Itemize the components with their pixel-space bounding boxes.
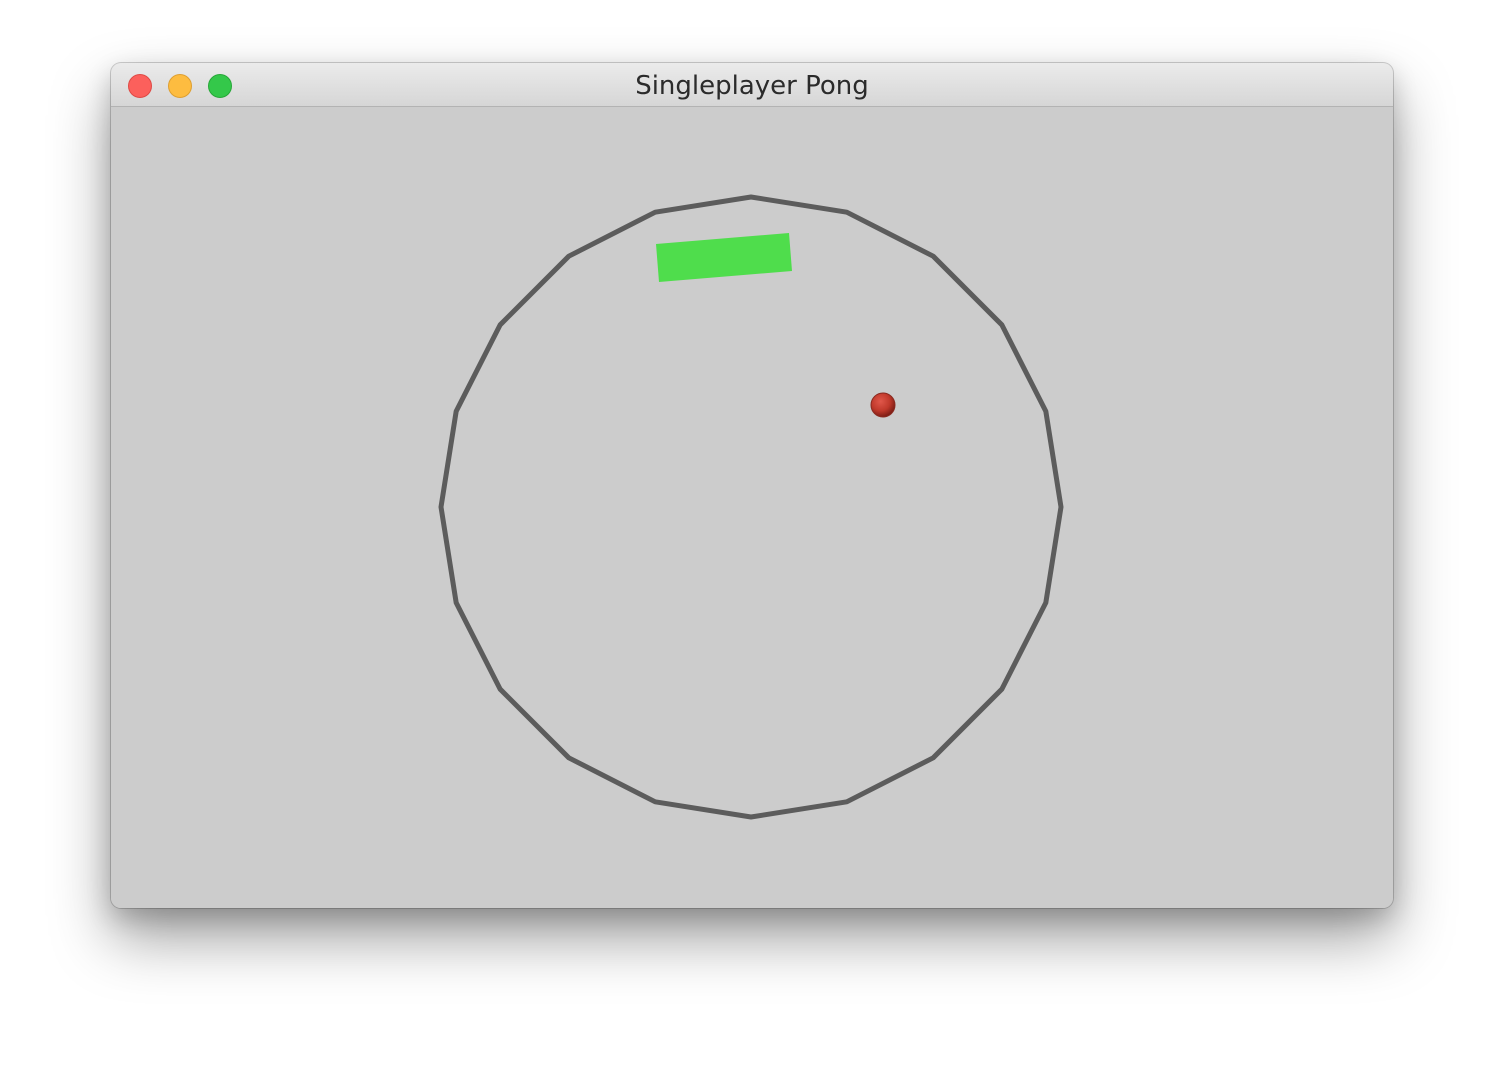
window-title: Singleplayer Pong: [635, 71, 869, 101]
app-window: Singleplayer Pong: [111, 63, 1393, 908]
game-canvas[interactable]: [111, 107, 1393, 908]
game-scene: [438, 194, 1064, 820]
title-bar[interactable]: Singleplayer Pong: [111, 63, 1393, 107]
ball: [870, 392, 896, 418]
arena-boundary: [438, 194, 1064, 820]
player-paddle: [656, 233, 792, 282]
